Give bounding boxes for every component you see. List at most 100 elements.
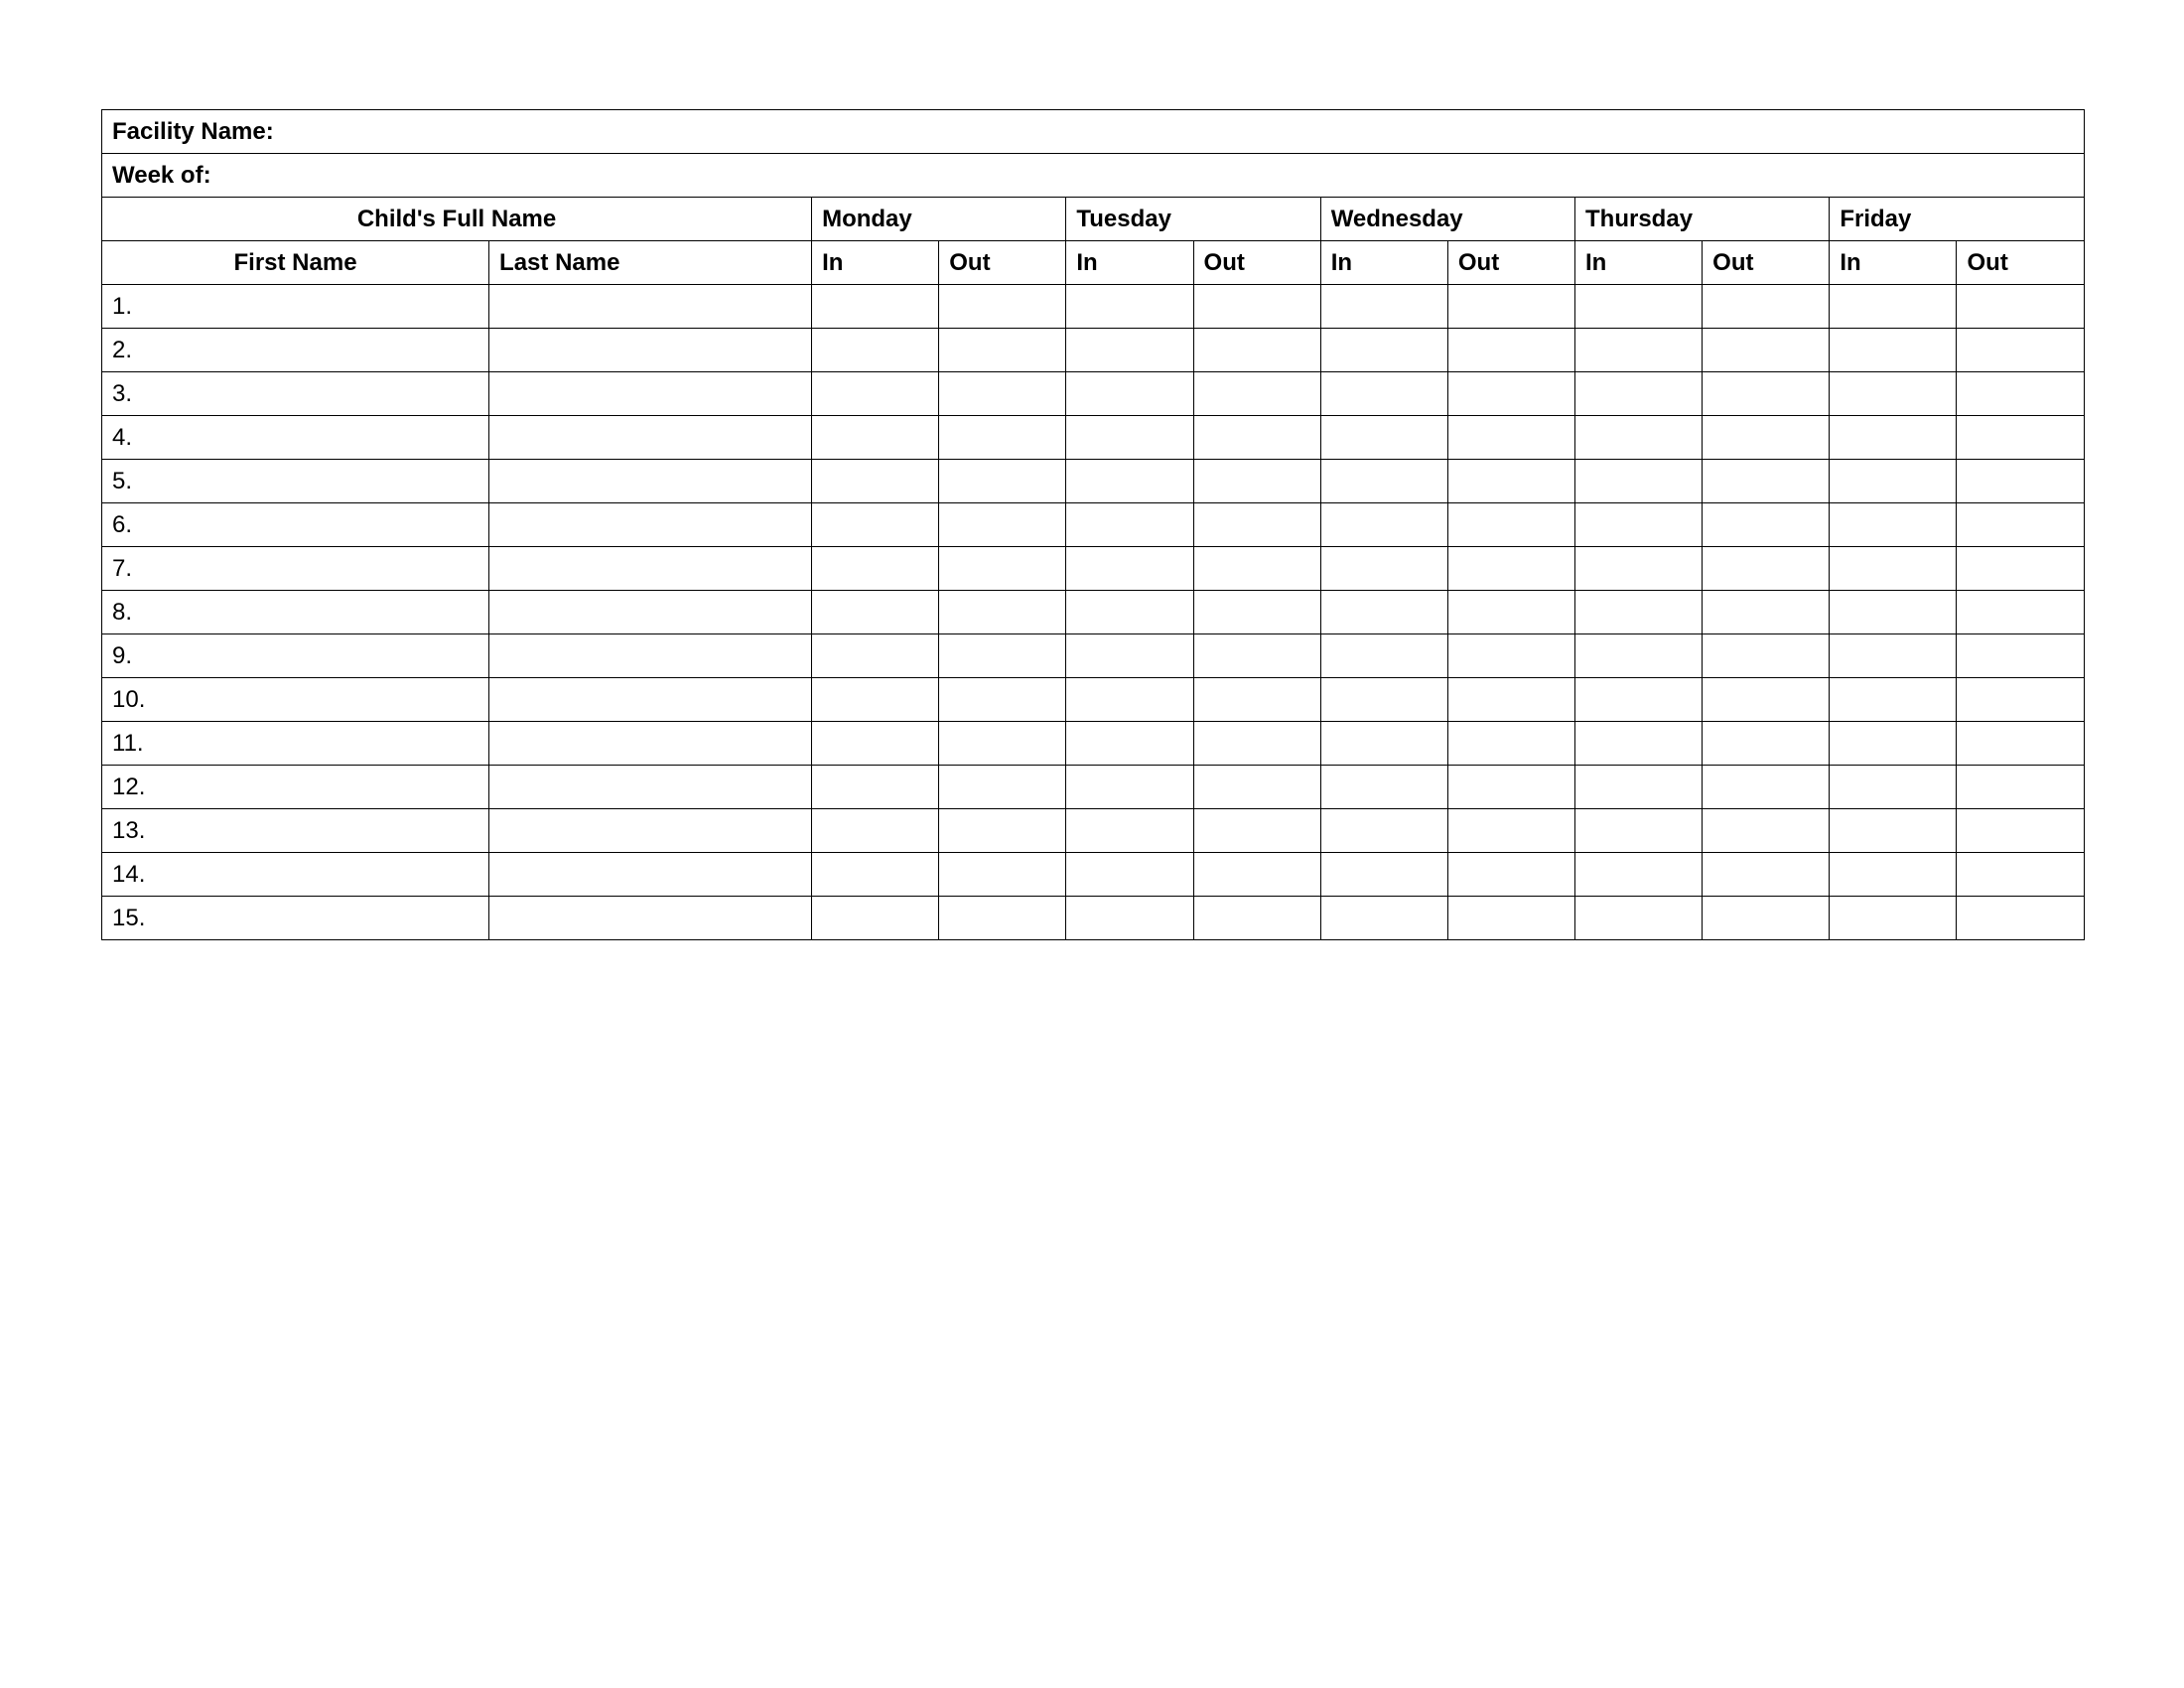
cell-thu-in — [1575, 853, 1703, 897]
row-number: 14. — [102, 853, 489, 897]
cell-tue-out — [1193, 460, 1320, 503]
cell-thu-in — [1575, 897, 1703, 940]
header-tuesday: Tuesday — [1066, 198, 1320, 241]
cell-fri-out — [1957, 372, 2085, 416]
cell-last-name — [489, 853, 812, 897]
cell-mon-in — [812, 503, 939, 547]
cell-thu-out — [1703, 722, 1830, 766]
cell-mon-out — [939, 547, 1066, 591]
header-fri-out: Out — [1957, 241, 2085, 285]
header-first-name: First Name — [102, 241, 489, 285]
cell-fri-out — [1957, 547, 2085, 591]
cell-fri-out — [1957, 634, 2085, 678]
cell-thu-in — [1575, 372, 1703, 416]
cell-wed-out — [1447, 809, 1574, 853]
cell-fri-out — [1957, 591, 2085, 634]
cell-thu-out — [1703, 809, 1830, 853]
cell-last-name — [489, 634, 812, 678]
cell-thu-out — [1703, 503, 1830, 547]
cell-fri-in — [1830, 416, 1957, 460]
cell-fri-out — [1957, 416, 2085, 460]
cell-tue-in — [1066, 460, 1193, 503]
cell-tue-out — [1193, 547, 1320, 591]
cell-thu-out — [1703, 897, 1830, 940]
cell-mon-in — [812, 722, 939, 766]
table-row: 1. — [102, 285, 2085, 329]
cell-mon-in — [812, 766, 939, 809]
row-number: 11. — [102, 722, 489, 766]
week-of-label: Week of: — [102, 154, 2085, 198]
row-number: 2. — [102, 329, 489, 372]
cell-wed-out — [1447, 897, 1574, 940]
cell-fri-in — [1830, 809, 1957, 853]
cell-wed-in — [1320, 460, 1447, 503]
cell-mon-out — [939, 766, 1066, 809]
cell-mon-in — [812, 853, 939, 897]
cell-wed-out — [1447, 722, 1574, 766]
cell-mon-in — [812, 678, 939, 722]
cell-wed-out — [1447, 503, 1574, 547]
row-number: 8. — [102, 591, 489, 634]
cell-tue-in — [1066, 503, 1193, 547]
cell-wed-in — [1320, 634, 1447, 678]
cell-last-name — [489, 809, 812, 853]
cell-fri-in — [1830, 503, 1957, 547]
cell-wed-out — [1447, 460, 1574, 503]
cell-mon-in — [812, 634, 939, 678]
cell-fri-in — [1830, 329, 1957, 372]
cell-tue-out — [1193, 416, 1320, 460]
cell-mon-out — [939, 634, 1066, 678]
cell-thu-out — [1703, 547, 1830, 591]
facility-name-row: Facility Name: — [102, 110, 2085, 154]
table-row: 7. — [102, 547, 2085, 591]
cell-last-name — [489, 285, 812, 329]
cell-mon-in — [812, 329, 939, 372]
cell-wed-out — [1447, 547, 1574, 591]
table-row: 15. — [102, 897, 2085, 940]
cell-thu-in — [1575, 503, 1703, 547]
cell-wed-in — [1320, 329, 1447, 372]
cell-thu-out — [1703, 591, 1830, 634]
cell-tue-out — [1193, 678, 1320, 722]
cell-wed-in — [1320, 372, 1447, 416]
cell-fri-out — [1957, 460, 2085, 503]
cell-thu-in — [1575, 766, 1703, 809]
cell-thu-in — [1575, 722, 1703, 766]
cell-wed-out — [1447, 416, 1574, 460]
cell-thu-in — [1575, 678, 1703, 722]
cell-fri-out — [1957, 722, 2085, 766]
cell-thu-out — [1703, 285, 1830, 329]
cell-wed-out — [1447, 285, 1574, 329]
cell-wed-in — [1320, 897, 1447, 940]
cell-thu-out — [1703, 678, 1830, 722]
cell-mon-in — [812, 460, 939, 503]
cell-last-name — [489, 722, 812, 766]
cell-wed-out — [1447, 634, 1574, 678]
header-thursday: Thursday — [1575, 198, 1830, 241]
cell-tue-out — [1193, 329, 1320, 372]
cell-mon-out — [939, 809, 1066, 853]
row-number: 5. — [102, 460, 489, 503]
cell-fri-in — [1830, 285, 1957, 329]
header-tue-in: In — [1066, 241, 1193, 285]
cell-fri-out — [1957, 503, 2085, 547]
header-child-full-name: Child's Full Name — [102, 198, 812, 241]
cell-fri-in — [1830, 853, 1957, 897]
cell-tue-in — [1066, 416, 1193, 460]
cell-thu-out — [1703, 460, 1830, 503]
cell-thu-in — [1575, 634, 1703, 678]
cell-fri-in — [1830, 678, 1957, 722]
cell-fri-out — [1957, 766, 2085, 809]
cell-tue-in — [1066, 634, 1193, 678]
cell-mon-in — [812, 372, 939, 416]
cell-fri-in — [1830, 722, 1957, 766]
cell-last-name — [489, 678, 812, 722]
cell-fri-in — [1830, 547, 1957, 591]
cell-mon-in — [812, 416, 939, 460]
cell-fri-out — [1957, 897, 2085, 940]
row-number: 7. — [102, 547, 489, 591]
cell-fri-in — [1830, 634, 1957, 678]
cell-tue-in — [1066, 547, 1193, 591]
cell-fri-in — [1830, 591, 1957, 634]
facility-name-label: Facility Name: — [102, 110, 2085, 154]
